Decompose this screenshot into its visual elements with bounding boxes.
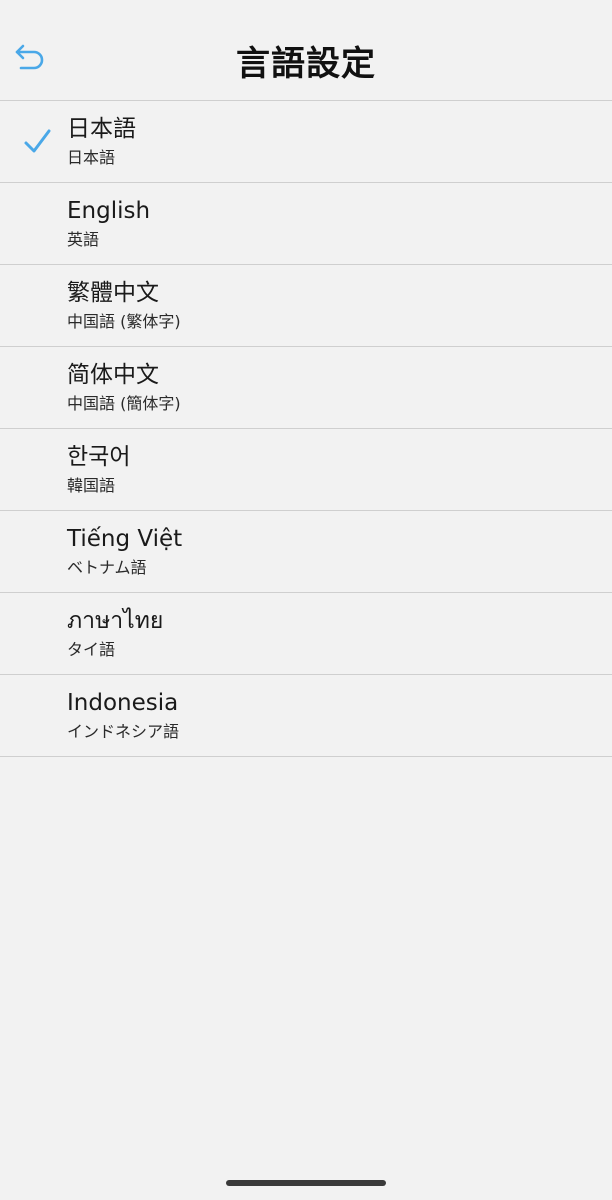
language-name: Indonesia xyxy=(67,690,179,716)
language-name: 简体中文 xyxy=(67,362,159,388)
language-item-simplified-chinese[interactable]: 简体中文 中国語 (簡体字) xyxy=(0,347,612,429)
language-list: 日本語 日本語 English 英語 繁體中文 中国語 (繁体字) 简体中文 中… xyxy=(0,101,612,757)
language-item-korean[interactable]: 한국어 韓国語 xyxy=(0,429,612,511)
checkmark-icon xyxy=(24,129,51,153)
language-name: 繁體中文 xyxy=(67,280,159,306)
language-settings-screen: 言語設定 日本語 日本語 English 英語 繁體中文 中国語 (繁体字) 简… xyxy=(0,0,612,1200)
language-name: English xyxy=(67,198,151,224)
language-name: ภาษาไทย xyxy=(67,608,164,634)
header: 言語設定 xyxy=(0,0,612,101)
language-subtitle: 日本語 xyxy=(67,148,116,167)
language-name: 한국어 xyxy=(67,444,131,470)
language-subtitle: タイ語 xyxy=(67,640,116,659)
language-item-english[interactable]: English 英語 xyxy=(0,183,612,265)
language-subtitle: ベトナム語 xyxy=(67,558,147,577)
language-subtitle: 韓国語 xyxy=(67,476,116,495)
language-name: 日本語 xyxy=(67,116,136,142)
language-subtitle: 英語 xyxy=(67,230,100,249)
page-title: 言語設定 xyxy=(236,44,376,84)
language-item-vietnamese[interactable]: Tiếng Việt ベトナム語 xyxy=(0,511,612,593)
language-name: Tiếng Việt xyxy=(67,526,183,552)
language-subtitle: インドネシア語 xyxy=(67,722,180,741)
language-subtitle: 中国語 (繁体字) xyxy=(67,312,181,331)
language-item-indonesian[interactable]: Indonesia インドネシア語 xyxy=(0,675,612,757)
home-indicator[interactable] xyxy=(226,1180,386,1186)
language-subtitle: 中国語 (簡体字) xyxy=(67,394,181,413)
language-item-traditional-chinese[interactable]: 繁體中文 中国語 (繁体字) xyxy=(0,265,612,347)
language-item-thai[interactable]: ภาษาไทย タイ語 xyxy=(0,593,612,675)
language-item-japanese[interactable]: 日本語 日本語 xyxy=(0,101,612,183)
